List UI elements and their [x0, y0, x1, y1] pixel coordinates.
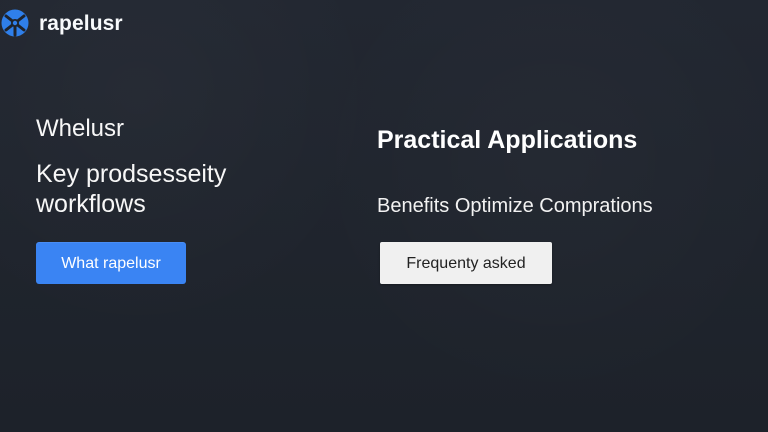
brand-name: rapelusr — [39, 11, 123, 35]
network-logo-icon — [1, 9, 29, 37]
what-rapelusr-button[interactable]: What rapelusr — [36, 242, 186, 284]
benefits-subtitle: Benefits Optimize Comprations — [377, 195, 653, 217]
frequently-asked-button[interactable]: Frequenty asked — [380, 242, 552, 284]
right-content-column: Practical Applications Benefits Optimize… — [377, 124, 717, 218]
practical-applications-title: Practical Applications — [377, 126, 638, 154]
brand-header[interactable]: rapelusr — [0, 6, 123, 40]
left-headline: Key prodsesseity workflows — [36, 160, 227, 218]
left-content-column: Whelusr Key prodsesseity workflows — [36, 114, 306, 236]
left-eyebrow: Whelusr — [36, 115, 125, 142]
